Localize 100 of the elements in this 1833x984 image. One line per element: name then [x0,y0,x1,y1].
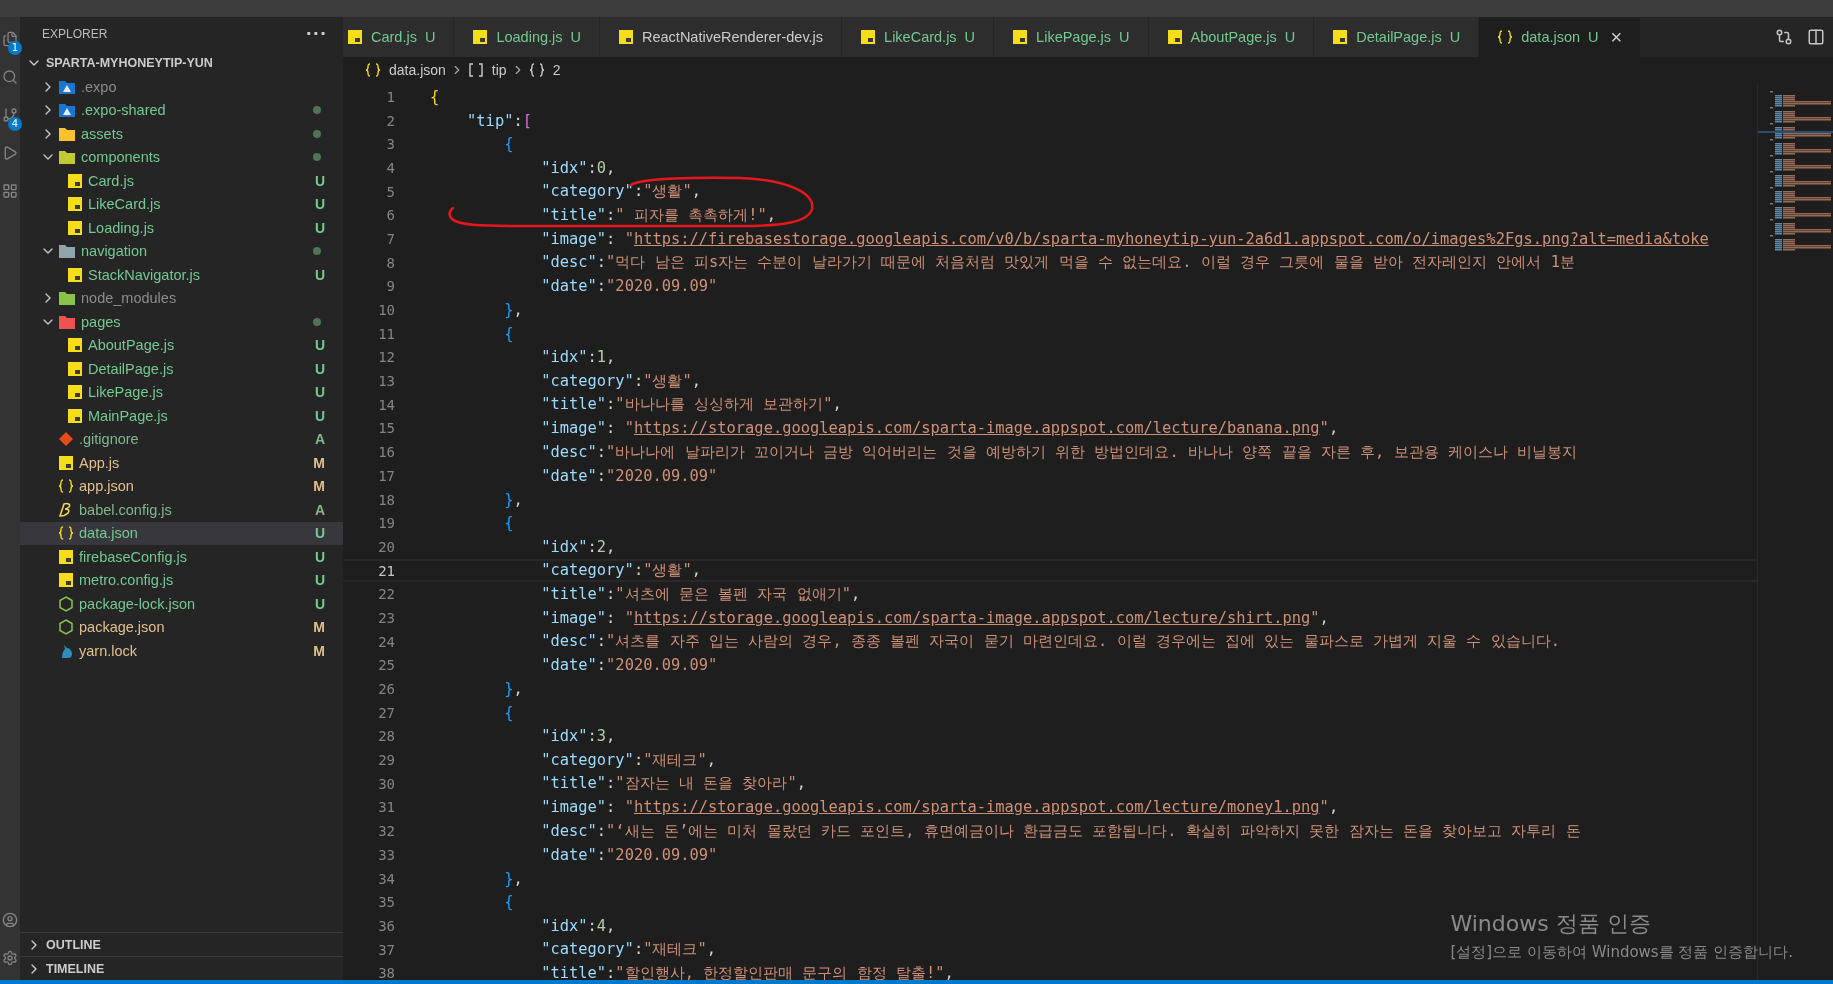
line-number: 4 [385,159,395,176]
code-line: "date":"2020.09.09" [540,466,718,485]
project-header[interactable]: SPARTA-MYHONEYTIP-YUN [20,50,343,75]
file-item[interactable]: DetailPage.js U [20,357,343,381]
file-item[interactable]: MainPage.js U [20,404,343,428]
folder-item[interactable]: node_modules [20,286,343,310]
line-number: 26 [377,681,395,698]
code-line: "category":"재테크", [540,749,716,771]
line-number: 1 [385,88,395,105]
file-item[interactable]: app.json M [20,474,343,498]
line-number: 14 [377,396,395,413]
editor-tab[interactable]: Card.js U [343,17,455,57]
code-line: "idx":0, [540,158,616,177]
file-item[interactable]: .gitignore A [20,427,343,451]
git-status: M [313,478,325,495]
braces-icon [1497,29,1514,45]
js-file-icon [67,407,83,424]
line-number: 5 [385,183,395,200]
folder-icon [58,290,76,307]
file-item[interactable]: babel.config.js A [20,498,343,522]
editor-tab[interactable]: data.json U × [1479,17,1642,57]
settings-icon[interactable] [2,950,18,966]
git-status: A [314,501,325,518]
file-item[interactable]: LikePage.js U [20,380,343,404]
file-item[interactable]: yarn.lock M [20,639,343,663]
js-file-icon [58,548,74,565]
more-actions[interactable]: ··· [305,24,327,43]
hexagon-icon [58,595,74,612]
folder-icon [58,102,76,119]
code-line: "title":"셔츠에 묻은 볼펜 자국 없애기", [540,583,861,605]
search-icon[interactable] [2,69,18,85]
breadcrumb-item[interactable]: data.json [389,62,446,78]
line-number: 21 [377,562,395,579]
file-item[interactable]: App.js M [20,451,343,475]
code-line: "title":" 피자를 촉촉하게!", [540,204,776,226]
grid-icon[interactable] [2,183,18,199]
folder-item[interactable]: .expo [20,75,343,99]
git-status: U [314,525,325,542]
folder-icon [58,313,76,330]
code-line: "title":"바나나를 싱싱하게 보관하기", [540,394,842,416]
line-number: 11 [377,325,395,342]
line-number: 7 [385,230,395,247]
file-item[interactable]: Card.js U [20,169,343,193]
folder-item[interactable]: pages [20,310,343,334]
line-number: 23 [377,609,395,626]
play-icon[interactable] [2,145,18,161]
line-number: 9 [385,278,395,295]
git-status: U [314,337,325,354]
file-item[interactable]: data.json U [20,521,343,545]
line-number: 3 [385,136,395,153]
line-number: 30 [377,775,395,792]
git-status: U [314,219,325,236]
notice-title: Windows 정품 인증 [1450,910,1652,938]
file-item[interactable]: AboutPage.js U [20,333,343,357]
js-file-icon [472,29,489,45]
section-header[interactable]: OUTLINE [20,932,343,956]
line-number: 36 [377,917,395,934]
file-item[interactable]: firebaseConfig.js U [20,545,343,569]
folder-item[interactable]: navigation [20,239,343,263]
breadcrumb-item[interactable]: 2 [552,62,561,78]
code-line: "category":"생활", [540,181,701,203]
file-item[interactable]: StackNavigator.js U [20,263,343,287]
code-line: "idx":1, [540,348,616,367]
editor-tab[interactable]: ReactNativeRenderer-dev.js [600,17,843,57]
file-item[interactable]: package-lock.json U [20,592,343,616]
js-file-icon [58,572,74,589]
file-item[interactable]: LikeCard.js U [20,192,343,216]
line-number: 10 [377,302,395,319]
folder-item[interactable]: .expo-shared [20,98,343,122]
js-file-icon [1166,29,1183,45]
editor-tab[interactable]: LikeCard.js U [842,17,995,57]
file-item[interactable]: metro.config.js U [20,568,343,592]
js-file-icon [58,454,74,471]
count-badge: 4 [7,117,22,131]
code-line: "date":"2020.09.09" [540,277,718,296]
code-line: "desc":"먹다 남은 피s자는 수분이 날라가기 때문에 처음처럼 맛있게 먹을 수 없는데요. 이럴 경우 그릇에 물을 받아 전자레인지 안에서 1분 [540,252,1575,274]
editor-tab[interactable]: Loading.js U [454,17,600,57]
git-status: U [314,266,325,283]
editor-tab[interactable]: AboutPage.js U [1148,17,1315,57]
editor-tab[interactable]: LikePage.js U [994,17,1149,57]
split-editor-icon[interactable] [1807,28,1825,46]
line-number: 27 [377,704,395,721]
line-number: 13 [377,373,395,390]
js-file-icon [67,219,83,236]
folder-icon [58,125,76,142]
compare-icon[interactable] [1775,28,1793,46]
line-number: 24 [377,633,395,650]
git-status: U [314,172,325,189]
line-number: 38 [377,965,395,980]
code-line: { [503,893,514,912]
file-item[interactable]: package.json M [20,615,343,639]
line-number: 8 [385,254,395,271]
code-line: }, [503,869,523,888]
breadcrumb-item[interactable]: tip [491,62,507,78]
line-number: 2 [385,112,395,129]
account-icon[interactable] [2,912,18,928]
folder-item[interactable]: assets [20,122,343,146]
folder-item[interactable]: components [20,145,343,169]
file-item[interactable]: Loading.js U [20,216,343,240]
editor-tab[interactable]: DetailPage.js U [1314,17,1480,57]
